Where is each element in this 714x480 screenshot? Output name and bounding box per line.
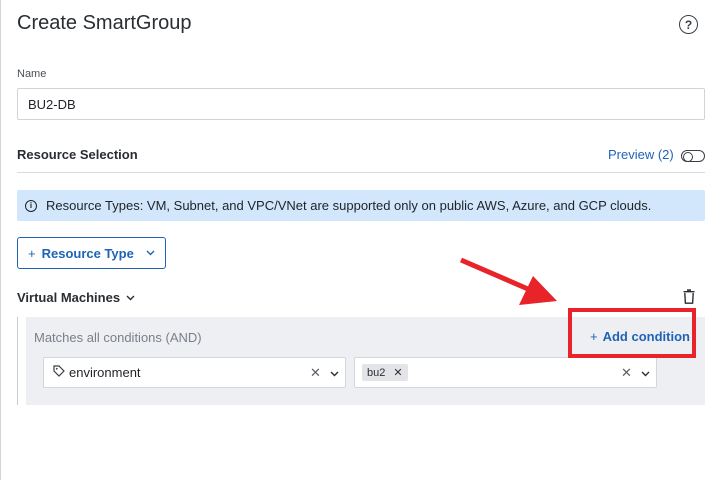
annotation-arrow-icon [460, 257, 557, 305]
